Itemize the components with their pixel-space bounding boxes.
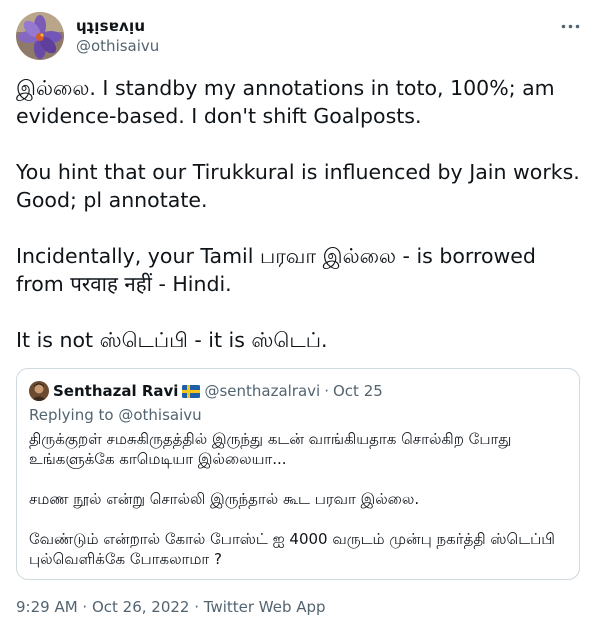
sweden-flag-icon	[182, 384, 201, 398]
author-info: ɥʇᴉsɐʌᴉu @othisaivu	[76, 16, 159, 56]
quoted-paragraph: திருக்குறள் சமசுகிருதத்தில் இருந்து கடன்…	[29, 430, 517, 468]
quoted-tweet-text: திருக்குறள் சமசுகிருதத்தில் இருந்து கடன்…	[29, 429, 569, 569]
avatar[interactable]	[16, 12, 64, 60]
tweet-paragraph: இல்லை. I standby my annotations in toto,…	[16, 76, 562, 128]
quoted-paragraph: சமண நூல் என்று சொல்லி இருந்தால் கூட பரவா…	[29, 490, 420, 508]
tweet: ɥʇᴉsɐʌᴉu @othisaivu இல்லை. I standby my …	[0, 0, 598, 634]
quoted-timestamp[interactable]: Oct 25	[333, 382, 383, 400]
display-name[interactable]: ɥʇᴉsɐʌᴉu	[76, 16, 159, 36]
separator-dot: ·	[324, 382, 329, 400]
quoted-tweet[interactable]: Senthazal Ravi @senthazalravi · Oct 25 R…	[16, 368, 580, 580]
quoted-tweet-header: Senthazal Ravi @senthazalravi · Oct 25	[29, 381, 383, 401]
tweet-paragraph: Incidentally, your Tamil பரவா இல்லை - is…	[16, 244, 543, 296]
quoted-avatar	[29, 381, 49, 401]
quoted-handle: @senthazalravi	[204, 382, 321, 400]
tweet-paragraph: You hint that our Tirukkural is influenc…	[16, 160, 587, 212]
replying-prefix: Replying to	[29, 406, 114, 424]
replying-to: Replying to @othisaivu	[29, 405, 202, 425]
user-handle[interactable]: @othisaivu	[76, 36, 159, 56]
tweet-meta[interactable]: 9:29 AM · Oct 26, 2022 · Twitter Web App	[16, 597, 326, 617]
more-horizontal-icon[interactable]	[558, 14, 582, 38]
tweet-text: இல்லை. I standby my annotations in toto,…	[16, 74, 582, 354]
tweet-header: ɥʇᴉsɐʌᴉu @othisaivu	[16, 12, 582, 62]
replying-to-mention[interactable]: @othisaivu	[118, 406, 201, 424]
tweet-paragraph: It is not ஸ்டெப்பி - it is ஸ்டெப்.	[16, 328, 328, 352]
quoted-paragraph: வேண்டும் என்றால் கோல் போஸ்ட் ஐ 4000 வருட…	[29, 530, 560, 568]
quoted-display-name: Senthazal Ravi	[53, 382, 179, 400]
